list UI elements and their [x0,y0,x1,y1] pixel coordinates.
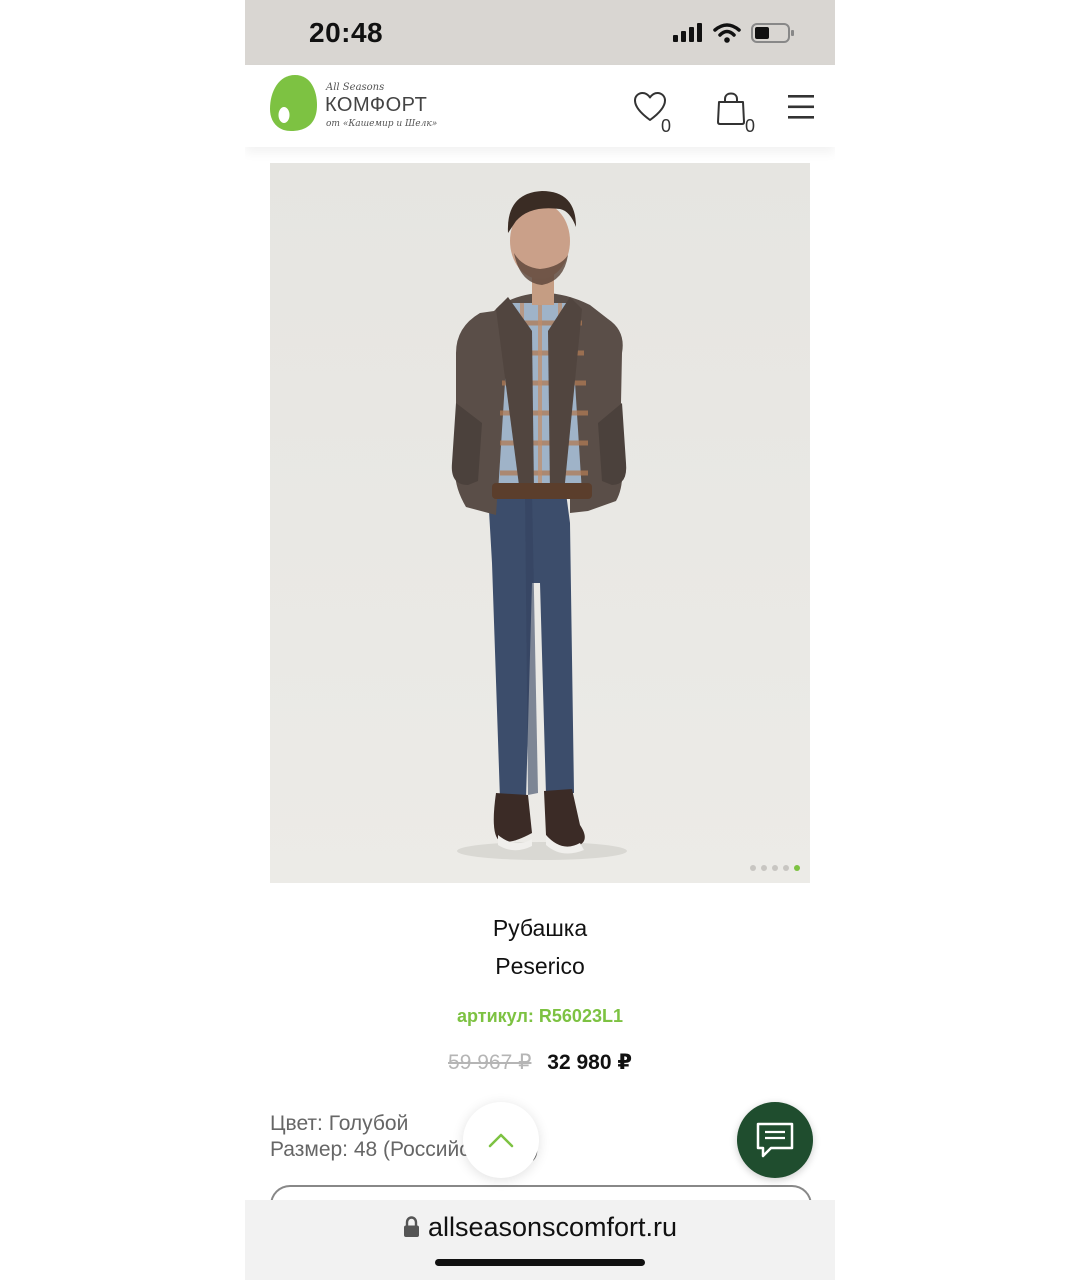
chat-button[interactable] [737,1102,813,1178]
home-indicator[interactable] [435,1259,645,1266]
status-bar: 20:48 [245,0,835,65]
product-sku: артикул: R56023L1 [245,1006,835,1027]
menu-button[interactable] [787,94,815,125]
gallery-dot[interactable] [761,865,767,871]
logo-brand: КОМФОРТ [325,94,428,116]
lock-icon [403,1216,419,1237]
wishlist-button[interactable]: 0 [633,91,671,136]
url-text: allseasonscomfort.ru [427,1212,678,1242]
chat-icon [756,1122,794,1158]
brand-logo[interactable]: All Seasons КОМФОРТ от «Кашемир и Шелк» [269,73,449,135]
site-header: All Seasons КОМФОРТ от «Кашемир и Шелк» … [245,65,835,147]
color-attribute: Цвет: Голубой [270,1112,409,1135]
url-row[interactable]: allseasonscomfort.ru [245,1212,835,1243]
old-price: 59 967 ₽ [448,1051,532,1074]
product-type: Рубашка [492,915,588,941]
shopping-bag-icon [717,92,745,125]
sku-value: R56023L1 [538,1006,623,1026]
status-time: 20:48 [309,17,384,48]
current-price: 32 980 ₽ [547,1051,632,1074]
logo-bottom-line: от «Кашемир и Шелк» [326,119,438,129]
product-photo[interactable] [270,163,810,883]
product-image [270,163,810,883]
sku-label: артикул: [457,1006,534,1026]
gallery-dot-active[interactable] [794,865,800,871]
status-icons [673,22,795,44]
price-row: 59 967 ₽ 32 980 ₽ [245,1050,835,1075]
logo-mark-icon [270,75,317,131]
logo-top-line: All Seasons [326,82,385,93]
hamburger-menu-icon [788,95,814,119]
cart-button[interactable]: 0 [716,92,755,136]
gallery-pagination [750,865,800,871]
wifi-icon [713,23,741,43]
signal-icon [673,23,702,42]
chevron-up-icon [488,1133,514,1148]
battery-icon [751,23,794,43]
browser-address-bar[interactable]: allseasonscomfort.ru [245,1200,835,1280]
wishlist-count: 0 [661,116,672,136]
gallery-dot[interactable] [783,865,789,871]
gallery-dot[interactable] [750,865,756,871]
product-brand: Peserico [495,953,585,979]
gallery-dot[interactable] [772,865,778,871]
phone-screen: 20:48 All Seasons КОМФОРТ от «Кашемир и … [245,0,835,1280]
scroll-to-top-button[interactable] [463,1102,539,1178]
cart-count: 0 [745,116,756,136]
